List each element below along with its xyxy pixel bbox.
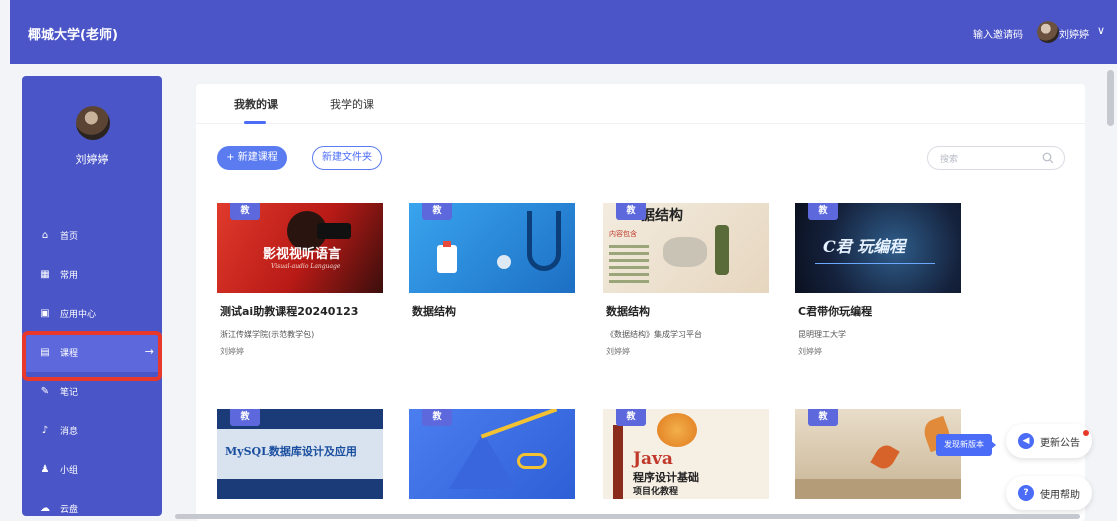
sidebar-item-home[interactable]: ⌂ 首页 xyxy=(22,216,162,255)
cover-title: 据结构 xyxy=(641,208,683,224)
teacher-badge: 教 xyxy=(616,203,646,220)
cover-title: MySQL数据库设计及应用 xyxy=(225,445,357,458)
help-label: 使用帮助 xyxy=(1040,489,1080,501)
teacher-badge: 教 xyxy=(616,409,646,426)
sidebar-item-label: 应用中心 xyxy=(60,310,97,320)
search-icon[interactable] xyxy=(1042,152,1054,164)
sidebar-item-app-center[interactable]: ▣ 应用中心 xyxy=(22,294,162,333)
course-teacher: 刘婷婷 xyxy=(798,347,822,356)
help-button[interactable]: ? 使用帮助 xyxy=(1006,476,1092,510)
course-teacher: 刘婷婷 xyxy=(606,347,630,356)
notification-dot xyxy=(1083,430,1089,436)
new-course-button[interactable]: + 新建课程 xyxy=(217,146,287,170)
brand-title[interactable]: 椰城大学(老师) xyxy=(28,24,118,43)
announcement-label: 更新公告 xyxy=(1040,437,1080,449)
tip-arrow xyxy=(990,440,996,450)
cloud-icon: ☁ xyxy=(40,503,50,514)
sidebar-item-messages[interactable]: ♪ 消息 xyxy=(22,411,162,450)
course-title[interactable]: C君带你玩编程 xyxy=(798,303,872,319)
sidebar-item-cloud-drive[interactable]: ☁ 云盘 xyxy=(22,489,162,516)
cover-title: Java xyxy=(633,449,673,469)
course-title[interactable]: 数据结构 xyxy=(606,303,650,319)
sidebar-avatar[interactable] xyxy=(76,106,110,140)
sidebar-item-label: 小组 xyxy=(60,466,79,476)
note-icon: ✎ xyxy=(40,386,50,397)
new-folder-button[interactable]: 新建文件夹 xyxy=(312,146,382,170)
group-icon: ♟ xyxy=(40,464,50,475)
active-tab-indicator xyxy=(244,121,266,124)
tab-learning[interactable]: 我学的课 xyxy=(330,96,374,112)
sidebar-item-label: 笔记 xyxy=(60,388,79,398)
cover-subtitle-2: 项目化教程 xyxy=(633,487,679,497)
horizontal-scrollbar[interactable] xyxy=(175,514,1080,519)
top-bar: 椰城大学(老师) 输入邀请码 刘婷婷 ∨ xyxy=(10,0,1117,64)
sidebar-item-frequent[interactable]: ▦ 常用 xyxy=(22,255,162,294)
sidebar-user-name: 刘婷婷 xyxy=(75,153,109,166)
home-icon: ⌂ xyxy=(41,230,49,241)
cover-subtitle: 程序设计基础 xyxy=(633,471,699,484)
teacher-badge: 教 xyxy=(230,409,260,426)
course-title[interactable]: 测试ai助教课程20240123 xyxy=(220,303,358,319)
course-org: 浙江传媒学院(示范教学包) xyxy=(220,330,315,339)
teacher-badge: 教 xyxy=(808,203,838,220)
sidebar-item-label: 常用 xyxy=(60,271,79,281)
user-avatar[interactable] xyxy=(1037,21,1059,43)
teacher-badge: 教 xyxy=(422,203,452,220)
new-version-tip[interactable]: 发现新版本 xyxy=(936,434,992,456)
course-org: 《数据结构》集成学习平台 xyxy=(606,330,702,339)
chevron-down-icon[interactable]: ∨ xyxy=(1097,24,1105,37)
vertical-scrollbar[interactable] xyxy=(1107,70,1114,126)
cover-subtitle: Visual-audio Language xyxy=(271,263,341,270)
help-icon: ? xyxy=(1018,485,1034,501)
announcement-button[interactable]: ◀ 更新公告 xyxy=(1006,424,1092,458)
teacher-badge: 教 xyxy=(808,409,838,426)
sidebar-item-groups[interactable]: ♟ 小组 xyxy=(22,450,162,489)
search-placeholder: 搜索 xyxy=(940,155,959,165)
tab-teaching[interactable]: 我教的课 xyxy=(234,96,278,112)
teacher-badge: 教 xyxy=(230,203,260,220)
sidebar-item-label: 云盘 xyxy=(60,505,79,515)
course-org: 昆明理工大学 xyxy=(798,330,846,339)
grid-icon: ▦ xyxy=(40,269,50,280)
sidebar-item-label: 消息 xyxy=(60,427,79,437)
search-input[interactable]: 搜索 xyxy=(927,146,1065,170)
course-tabs: 我教的课 我学的课 xyxy=(196,84,1085,124)
cover-subtitle: 内容包含 xyxy=(609,230,637,238)
highlight-box xyxy=(22,331,162,381)
bell-icon: ♪ xyxy=(41,425,49,436)
user-name[interactable]: 刘婷婷 xyxy=(1059,26,1089,41)
cover-title: C君 玩编程 xyxy=(823,237,906,256)
speaker-icon: ◀ xyxy=(1018,433,1034,449)
sidebar: 刘婷婷 ⌂ 首页 ▦ 常用 ▣ 应用中心 ▤ 课程 → ✎ 笔记 ♪ 消息 ♟ … xyxy=(22,76,162,516)
course-title[interactable]: 数据结构 xyxy=(412,303,456,319)
apps-icon: ▣ xyxy=(40,308,50,319)
sidebar-item-label: 首页 xyxy=(60,232,79,242)
invite-code-link[interactable]: 输入邀请码 xyxy=(973,26,1023,41)
course-teacher: 刘婷婷 xyxy=(220,347,244,356)
teacher-badge: 教 xyxy=(422,409,452,426)
cover-title: 影视视听语言 xyxy=(263,247,342,262)
